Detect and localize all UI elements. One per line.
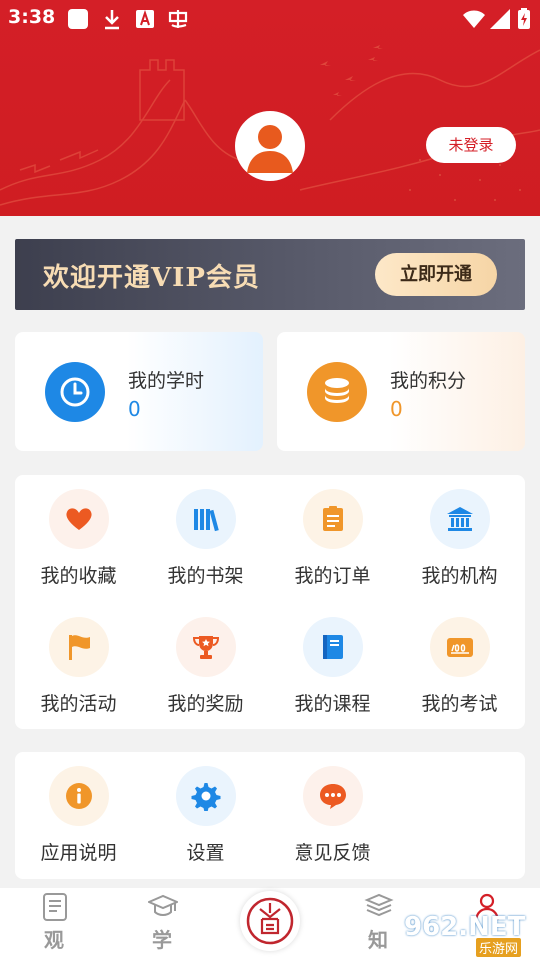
center-logo-icon [246,897,294,945]
study-hours-label: 我的学时 [128,370,205,392]
study-hours-value: 0 [128,397,141,421]
graduation-cap-icon [148,894,178,916]
nav-item-guan[interactable]: 观 [14,888,94,960]
tool-feedback[interactable]: 意见反馈 [269,752,396,872]
study-hours-card[interactable]: 我的学时 0 [15,332,263,451]
feature-label: 我的订单 [294,565,371,587]
vip-banner[interactable]: 欢迎开通VIP会员 立即开通 [15,239,525,310]
battery-charging-icon [518,8,530,29]
info-icon [66,783,92,809]
feature-label: 我的考试 [421,693,498,715]
heart-icon [66,508,92,530]
book-icon [323,635,343,659]
flag-icon [69,635,90,660]
app-square-icon [68,9,88,29]
coins-icon [307,362,367,422]
trophy-icon [192,636,220,659]
feature-bookshelf[interactable]: 我的书架 [142,475,269,595]
watermark-sub: 乐游网 [476,938,522,957]
points-value: 0 [390,397,403,421]
bookshelf-icon [194,509,219,532]
nav-center-button[interactable] [240,891,300,951]
tool-app-info[interactable]: 应用说明 [15,752,142,872]
feature-rewards[interactable]: 我的奖励 [142,603,269,723]
feature-exams[interactable]: 我的考试 [396,603,523,723]
document-icon [43,893,67,921]
exam-score-icon [447,638,473,657]
feature-courses[interactable]: 我的课程 [269,603,396,723]
status-time: 3:38 [8,6,56,28]
books-stack-icon [364,893,394,917]
feature-activities[interactable]: 我的活动 [15,603,142,723]
tool-label: 意见反馈 [294,842,371,864]
feature-label: 我的课程 [294,693,371,715]
features-card: 我的收藏 我的书架 我的订单 我的机构 我的活动 我的奖励 我的课程 我的考试 [15,475,525,729]
nav-label: 观 [44,928,64,952]
download-icon [105,10,119,30]
clock-icon [45,362,105,422]
feature-label: 我的收藏 [40,565,117,587]
user-avatar-icon [247,125,293,173]
clipboard-icon [323,506,343,531]
points-card[interactable]: 我的积分 0 [277,332,525,451]
feature-institution[interactable]: 我的机构 [396,475,523,595]
feedback-chat-icon [320,784,346,809]
feature-label: 我的书架 [167,565,244,587]
vip-open-button[interactable]: 立即开通 [375,253,497,296]
site-watermark: 962.NET 乐游网 [404,912,534,957]
tool-label: 设置 [186,842,225,864]
a-badge-icon [136,9,154,28]
wifi-icon [463,10,485,28]
tools-card: 应用说明 设置 意见反馈 [15,752,525,879]
chinese-app-icon [168,10,188,28]
tool-label: 应用说明 [40,842,117,864]
status-bar: 3:38 [0,0,540,38]
vip-title: 欢迎开通VIP会员 [43,263,260,293]
feature-label: 我的活动 [40,693,117,715]
user-avatar[interactable] [235,111,305,181]
tool-settings[interactable]: 设置 [142,752,269,872]
feature-favorites[interactable]: 我的收藏 [15,475,142,595]
points-label: 我的积分 [390,370,467,392]
nav-label: 学 [152,928,172,952]
signal-icon [490,9,510,29]
nav-item-xue[interactable]: 学 [122,888,202,960]
login-button[interactable]: 未登录 [426,127,516,163]
institution-icon [447,507,473,531]
feature-label: 我的奖励 [167,693,244,715]
settings-gear-icon [191,783,221,811]
feature-orders[interactable]: 我的订单 [269,475,396,595]
feature-label: 我的机构 [421,565,498,587]
